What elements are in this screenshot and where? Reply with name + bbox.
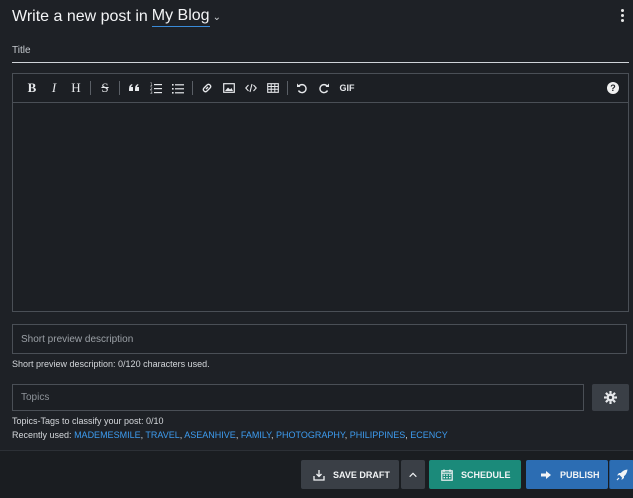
save-options-button[interactable] bbox=[401, 460, 425, 489]
unordered-list-icon[interactable] bbox=[167, 77, 189, 99]
recent-tags-label: Recently used: bbox=[12, 430, 72, 440]
recent-tag[interactable]: PHOTOGRAPHY bbox=[276, 430, 345, 440]
save-draft-label: SAVE DRAFT bbox=[333, 469, 390, 480]
chevron-down-icon[interactable]: ⌄ bbox=[213, 12, 221, 23]
description-hint: Short preview description: 0/120 charact… bbox=[12, 359, 210, 369]
table-icon[interactable] bbox=[262, 77, 284, 99]
publish-options-button[interactable] bbox=[609, 460, 633, 489]
italic-icon[interactable]: I bbox=[43, 77, 65, 99]
compose-title: Write a new post in bbox=[12, 8, 148, 25]
recent-tag[interactable]: ASEANHIVE bbox=[184, 430, 236, 440]
image-icon[interactable] bbox=[218, 77, 240, 99]
toolbar-divider bbox=[90, 81, 91, 95]
toolbar-divider bbox=[119, 81, 120, 95]
gif-icon[interactable]: GIF bbox=[335, 77, 359, 99]
editor-toolbar: B I H S 123 GIF ? bbox=[13, 74, 628, 103]
rocket-icon bbox=[616, 469, 628, 480]
toolbar-divider bbox=[287, 81, 288, 95]
arrow-right-icon bbox=[541, 470, 551, 479]
download-icon bbox=[313, 469, 325, 481]
more-options-icon[interactable] bbox=[621, 9, 625, 22]
topics-hint: Topics-Tags to classify your post: 0/10 bbox=[12, 416, 164, 426]
editor-body[interactable] bbox=[13, 103, 628, 310]
schedule-label: SCHEDULE bbox=[461, 469, 511, 480]
bold-icon[interactable]: B bbox=[21, 77, 43, 99]
heading-icon[interactable]: H bbox=[65, 77, 87, 99]
compose-header: Write a new post in My Blog ⌄ bbox=[12, 6, 221, 28]
topics-settings-button[interactable] bbox=[592, 384, 629, 411]
recent-tag[interactable]: MADEMESMILE bbox=[74, 430, 141, 440]
schedule-button[interactable]: SCHEDULE bbox=[429, 460, 521, 489]
code-icon[interactable] bbox=[240, 77, 262, 99]
strikethrough-icon[interactable]: S bbox=[94, 77, 116, 99]
recent-tag[interactable]: TRAVEL bbox=[145, 430, 179, 440]
description-input[interactable] bbox=[12, 324, 627, 354]
recent-tag[interactable]: PHILIPPINES bbox=[350, 430, 406, 440]
topics-input[interactable] bbox=[12, 384, 584, 411]
community-selector[interactable]: My Blog bbox=[151, 7, 210, 27]
quote-icon[interactable] bbox=[123, 77, 145, 99]
publish-label: PUBLISH bbox=[560, 469, 600, 480]
title-input[interactable] bbox=[12, 38, 629, 63]
svg-text:3: 3 bbox=[150, 90, 153, 94]
calendar-icon bbox=[441, 469, 453, 481]
gear-icon bbox=[604, 391, 617, 404]
help-icon[interactable]: ? bbox=[607, 82, 619, 94]
recent-tags: Recently used: MADEMESMILE, TRAVEL, ASEA… bbox=[12, 430, 448, 440]
publish-button[interactable]: PUBLISH bbox=[526, 460, 608, 489]
chevron-up-icon bbox=[409, 472, 417, 477]
undo-icon[interactable] bbox=[291, 77, 313, 99]
toolbar-divider bbox=[192, 81, 193, 95]
editor: B I H S 123 GIF ? bbox=[12, 73, 629, 312]
recent-tag[interactable]: ECENCY bbox=[410, 430, 448, 440]
save-draft-button[interactable]: SAVE DRAFT bbox=[301, 460, 399, 489]
ordered-list-icon[interactable]: 123 bbox=[145, 77, 167, 99]
link-icon[interactable] bbox=[196, 77, 218, 99]
redo-icon[interactable] bbox=[313, 77, 335, 99]
compose-footer: SAVE DRAFT SCHEDULE PUBLISH bbox=[0, 450, 633, 498]
recent-tag[interactable]: FAMILY bbox=[241, 430, 271, 440]
